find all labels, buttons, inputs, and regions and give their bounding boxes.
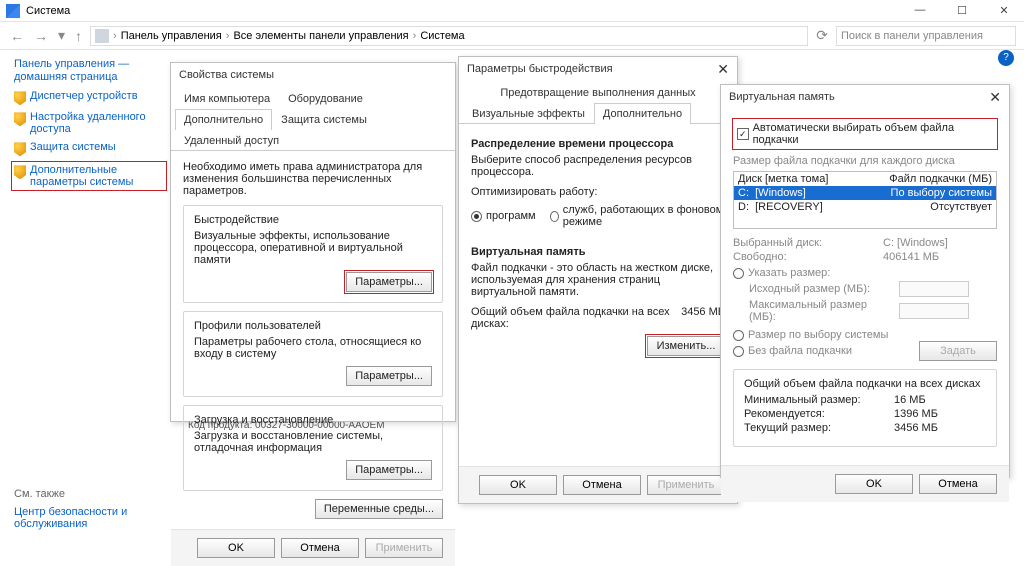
apply-button[interactable]: Применить (365, 538, 443, 558)
app-icon (6, 4, 20, 18)
nav-back-icon[interactable]: ← (8, 28, 26, 44)
see-also: См. также Центр безопасности и обслужива… (14, 488, 154, 530)
close-icon[interactable]: ✕ (717, 61, 729, 78)
cancel-button[interactable]: Отмена (281, 538, 359, 558)
radio-services[interactable]: служб, работающих в фоновом режиме (550, 204, 725, 228)
shield-icon (14, 112, 26, 126)
crumb-1[interactable]: Все элементы панели управления (233, 30, 408, 42)
dialog-title: Свойства системы (171, 63, 455, 87)
ok-button[interactable]: OK (197, 538, 275, 558)
vm-heading: Виртуальная память (471, 246, 725, 258)
radio-custom-size: Указать размер: (733, 267, 997, 279)
group-performance: Быстродействие Визуальные эффекты, испол… (183, 205, 443, 303)
startup-settings-button[interactable]: Параметры... (346, 460, 432, 480)
performance-options-dialog: Параметры быстродействия ✕ Предотвращени… (458, 56, 738, 504)
auto-checkbox-row[interactable]: ✓ Автоматически выбирать объем файла под… (733, 119, 997, 149)
disk-list[interactable]: Диск [метка тома]Файл подкачки (МБ) C: [… (733, 171, 997, 229)
cancel-button[interactable]: Отмена (919, 474, 997, 494)
intro-text: Необходимо иметь права администратора дл… (183, 161, 443, 197)
cpu-text: Выберите способ распределения ресурсов п… (471, 154, 725, 178)
cpu-optlabel: Оптимизировать работу: (471, 186, 725, 198)
close-icon[interactable]: ✕ (989, 89, 1001, 106)
tab-advanced[interactable]: Дополнительно (175, 109, 272, 130)
address-bar: ← → ▾ ↑ › Панель управления › Все элемен… (0, 22, 1024, 50)
tab-remote[interactable]: Удаленный доступ (175, 130, 288, 151)
tabrow: Имя компьютера Оборудование Дополнительн… (171, 87, 455, 151)
shield-icon (14, 91, 26, 105)
radio-system-managed: Размер по выбору системы (733, 329, 997, 341)
side-item-protection[interactable]: Защита системы (14, 141, 164, 156)
vm-total-value: 3456 МБ (681, 306, 725, 330)
cancel-button[interactable]: Отмена (563, 475, 641, 495)
disk-row-d[interactable]: D: [RECOVERY]Отсутствует (734, 200, 996, 214)
close-button[interactable]: ✕ (990, 4, 1018, 17)
shield-icon (14, 142, 26, 156)
maximize-button[interactable]: ☐ (948, 4, 976, 17)
ok-button[interactable]: OK (835, 474, 913, 494)
nav-dropdown-icon[interactable]: ▾ (56, 27, 67, 44)
pc-icon (95, 29, 109, 43)
max-size-input (899, 303, 969, 319)
breadcrumb[interactable]: › Панель управления › Все элементы панел… (90, 26, 808, 46)
profiles-settings-button[interactable]: Параметры... (346, 366, 432, 386)
nav-up-icon[interactable]: ↑ (73, 28, 84, 44)
env-vars-button[interactable]: Переменные среды... (315, 499, 443, 519)
dialog-title: Виртуальная память ✕ (721, 85, 1009, 109)
side-item-remote[interactable]: Настройка удаленного доступа (14, 111, 164, 135)
radio-programs[interactable]: программ (471, 204, 536, 228)
initial-size-input (899, 281, 969, 297)
ok-button[interactable]: OK (479, 475, 557, 495)
perdisk-label: Размер файла подкачки для каждого диска (733, 155, 997, 167)
virtual-memory-dialog: Виртуальная память ✕ ✓ Автоматически выб… (720, 84, 1010, 478)
group-startup: Загрузка и восстановление Загрузка и вос… (183, 405, 443, 491)
tab-advanced[interactable]: Дополнительно (594, 103, 691, 124)
shield-icon (14, 165, 26, 179)
side-panel: Панель управления — домашняя страница Ди… (14, 58, 164, 194)
dialog-title: Параметры быстродействия ✕ (459, 57, 737, 81)
group-profiles: Профили пользователей Параметры рабочего… (183, 311, 443, 397)
minimize-button[interactable]: — (906, 4, 934, 17)
disk-row-c[interactable]: C: [Windows]По выбору системы (734, 186, 996, 200)
tab-visual[interactable]: Визуальные эффекты (463, 103, 594, 124)
tab-hw[interactable]: Оборудование (279, 88, 372, 109)
tab-name[interactable]: Имя компьютера (175, 88, 279, 109)
window-title: Система (26, 5, 70, 17)
checkbox-icon[interactable]: ✓ (737, 128, 749, 140)
refresh-icon[interactable]: ⟳ (814, 27, 830, 44)
see-also-label: См. также (14, 488, 154, 500)
perf-settings-button[interactable]: Параметры... (346, 272, 432, 292)
help-icon[interactable]: ? (998, 50, 1014, 66)
apply-button[interactable]: Применить (647, 475, 725, 495)
nav-fwd-icon[interactable]: → (32, 28, 50, 44)
tab-protect[interactable]: Защита системы (272, 109, 376, 130)
main-titlebar: Система — ☐ ✕ (0, 0, 1024, 22)
tab-dep[interactable]: Предотвращение выполнения данных (463, 82, 733, 103)
cpu-heading: Распределение времени процессора (471, 138, 725, 150)
vm-change-button[interactable]: Изменить... (647, 336, 725, 356)
vm-text: Файл подкачки - это область на жестком д… (471, 262, 725, 298)
side-header[interactable]: Панель управления — домашняя страница (14, 58, 164, 84)
summary-group: Общий объем файла подкачки на всех диска… (733, 369, 997, 447)
side-item-device-mgr[interactable]: Диспетчер устройств (14, 90, 164, 105)
set-button: Задать (919, 341, 997, 361)
crumb-0[interactable]: Панель управления (121, 30, 222, 42)
see-also-link[interactable]: Центр безопасности и обслуживания (14, 506, 154, 530)
system-properties-dialog: Свойства системы Имя компьютера Оборудов… (170, 62, 456, 422)
radio-no-paging: Без файла подкачки (733, 345, 919, 357)
vm-total-row: Общий объем файла подкачки на всех диска… (471, 306, 725, 330)
side-item-advanced[interactable]: Дополнительные параметры системы (12, 162, 166, 190)
crumb-2[interactable]: Система (420, 30, 464, 42)
search-input[interactable]: Поиск в панели управления (836, 26, 1016, 46)
search-placeholder: Поиск в панели управления (841, 30, 983, 42)
